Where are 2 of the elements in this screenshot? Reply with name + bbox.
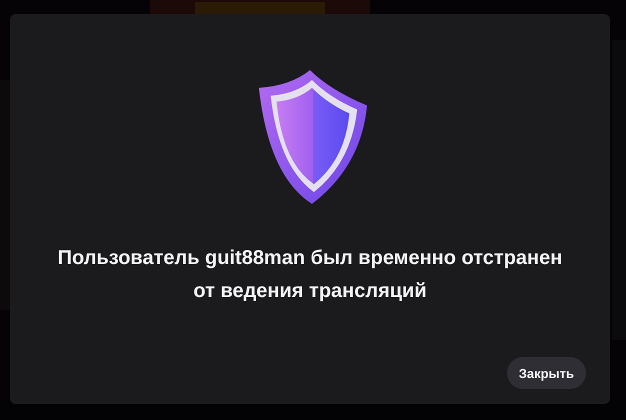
close-button[interactable]: Закрыть [506,357,586,389]
dialog-message: Пользователь guit88man был временно отстранен от ведения трансляций [56,246,564,304]
